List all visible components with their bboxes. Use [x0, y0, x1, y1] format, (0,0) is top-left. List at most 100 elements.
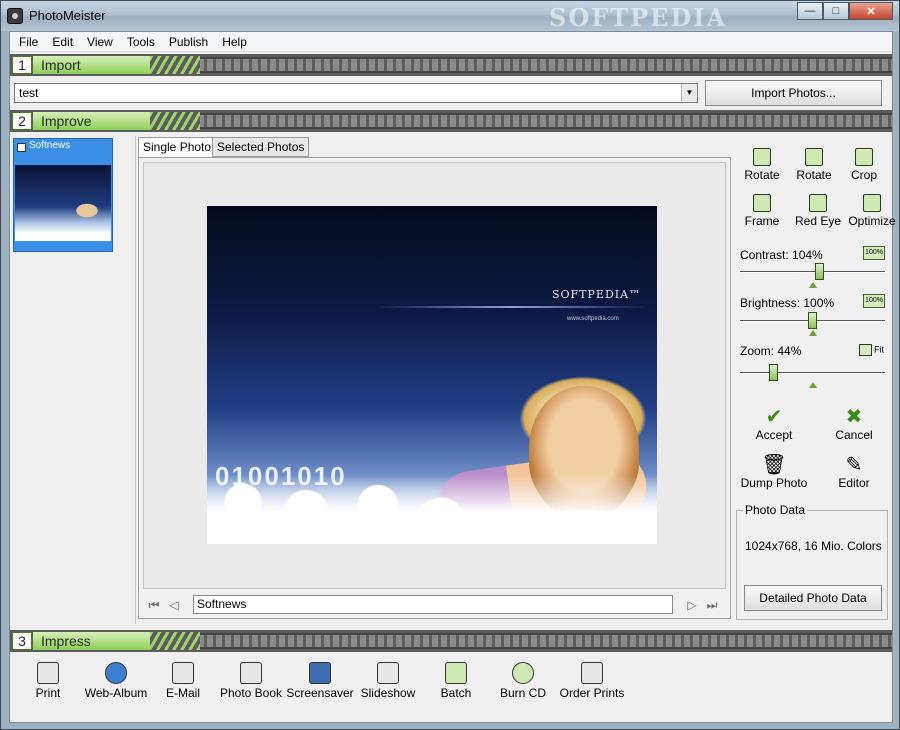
tool-panel: Rotate Rotate Crop Frame Red Eye Optimiz…	[732, 136, 896, 624]
next-photo-icon[interactable]: ▷	[683, 597, 701, 613]
menu-view[interactable]: View	[80, 32, 120, 52]
fit-label: Fit	[874, 344, 884, 355]
brightness-label: Brightness: 100%	[740, 296, 835, 310]
window-title: PhotoMeister	[29, 8, 106, 23]
zoom-slider[interactable]	[769, 364, 778, 381]
dump-photo-button[interactable]: 🗑 Dump Photo	[738, 454, 810, 490]
maximize-button[interactable]: □	[823, 2, 849, 20]
contrast-default-marker	[809, 282, 817, 288]
printer-icon	[37, 662, 59, 684]
email-button[interactable]: E-Mail	[148, 662, 218, 700]
editor-button[interactable]: ✎ Editor	[818, 454, 890, 490]
contrast-slider[interactable]	[815, 263, 824, 280]
accept-label: Accept	[755, 428, 793, 442]
burn-cd-label: Burn CD	[499, 686, 546, 700]
import-section-header[interactable]: Import 1	[10, 54, 892, 76]
trash-icon: 🗑	[761, 454, 787, 476]
optimize-label: Optimize	[848, 214, 896, 228]
photo-url-text: www.softpedia.com	[567, 316, 619, 322]
tab-selected-photos[interactable]: Selected Photos	[212, 137, 310, 157]
photo-canvas: SOFTPEDIA™ www.softpedia.com 01001010	[143, 162, 726, 589]
first-photo-icon[interactable]: ⏮	[145, 597, 163, 613]
accept-button[interactable]: ✔ Accept	[738, 406, 810, 442]
slideshow-label: Slideshow	[360, 686, 416, 700]
cross-icon: ✖	[845, 406, 863, 428]
brightness-slider[interactable]	[808, 312, 817, 329]
import-source-combo[interactable]: test ▼	[14, 83, 698, 103]
optimize-icon	[863, 194, 881, 212]
envelope-icon	[172, 662, 194, 684]
menu-bar: File Edit View Tools Publish Help	[10, 32, 892, 52]
screensaver-button[interactable]: Screensaver	[285, 662, 355, 700]
camera-app-icon	[7, 8, 23, 24]
filmstrip-decoration	[180, 633, 892, 649]
rotate-left-label: Rotate	[744, 168, 780, 182]
thumbnail-image	[15, 165, 111, 241]
photo-book-button[interactable]: Photo Book	[216, 662, 286, 700]
menu-edit[interactable]: Edit	[45, 32, 80, 52]
photo-book-label: Photo Book	[219, 686, 283, 700]
contrast-label: Contrast: 104%	[740, 248, 823, 262]
brush-icon: ✎	[845, 454, 863, 476]
previous-photo-icon[interactable]: ◁	[165, 597, 183, 613]
menu-publish[interactable]: Publish	[162, 32, 215, 52]
current-photo[interactable]: SOFTPEDIA™ www.softpedia.com 01001010	[207, 206, 657, 544]
photo-brand-text: SOFTPEDIA™	[552, 288, 642, 301]
cancel-label: Cancel	[835, 428, 873, 442]
photo-data-group: Photo Data 1024x768, 16 Mio. Colors Deta…	[736, 503, 888, 620]
red-eye-button[interactable]: Red Eye	[792, 188, 844, 232]
crop-button[interactable]: Crop	[838, 142, 890, 186]
menu-tools[interactable]: Tools	[120, 32, 162, 52]
dump-photo-label: Dump Photo	[740, 476, 808, 490]
photo-name-field[interactable]: Softnews	[193, 595, 673, 614]
order-prints-button[interactable]: Order Prints	[557, 662, 627, 700]
contrast-reset-button[interactable]: 100%	[863, 246, 885, 260]
globe-icon	[105, 662, 127, 684]
minimize-button[interactable]: —	[797, 2, 823, 20]
thumbnail-name: Softnews	[29, 140, 71, 151]
print-button[interactable]: Print	[13, 662, 83, 700]
cancel-button[interactable]: ✖ Cancel	[818, 406, 890, 442]
rotate-left-button[interactable]: Rotate	[736, 142, 788, 186]
rotate-right-label: Rotate	[796, 168, 832, 182]
email-label: E-Mail	[165, 686, 200, 700]
zoom-track[interactable]	[740, 372, 885, 374]
frame-button[interactable]: Frame	[736, 188, 788, 232]
stripe-decoration	[150, 112, 200, 130]
fit-button[interactable]: Fit	[859, 344, 884, 356]
zoom-default-marker	[809, 382, 817, 388]
last-photo-icon[interactable]: ⏭	[703, 597, 721, 613]
rotate-right-button[interactable]: Rotate	[788, 142, 840, 186]
contrast-track[interactable]	[740, 271, 885, 273]
editor-label: Editor	[838, 476, 870, 490]
impress-section-header[interactable]: Impress 3	[10, 630, 892, 652]
improve-section-header[interactable]: Improve 2	[10, 110, 892, 132]
batch-button[interactable]: Batch	[421, 662, 491, 700]
folder-icon	[445, 662, 467, 684]
rotate-left-icon	[753, 148, 771, 166]
optimize-button[interactable]: Optimize	[846, 188, 898, 232]
detailed-photo-data-button[interactable]: Detailed Photo Data	[744, 585, 882, 611]
tab-single-photo[interactable]: Single Photo	[138, 137, 217, 158]
menu-help[interactable]: Help	[215, 32, 254, 52]
print-label: Print	[35, 686, 61, 700]
import-section-number: 1	[12, 56, 32, 74]
monitor-icon	[309, 662, 331, 684]
app-window: PhotoMeister SOFTPEDIA — □ ✕ File Edit V…	[0, 0, 900, 730]
slideshow-button[interactable]: Slideshow	[353, 662, 423, 700]
photo-thumbnail[interactable]: Softnews	[13, 138, 113, 252]
close-button[interactable]: ✕	[849, 2, 893, 20]
web-album-button[interactable]: Web-Album	[81, 662, 151, 700]
brightness-reset-button[interactable]: 100%	[863, 294, 885, 308]
thumbnail-panel: Softnews	[10, 136, 136, 624]
import-photos-button[interactable]: Import Photos...	[705, 80, 882, 106]
thumbnail-checkbox[interactable]	[17, 143, 26, 152]
web-album-label: Web-Album	[84, 686, 148, 700]
light-streak	[377, 306, 647, 308]
chevron-down-icon[interactable]: ▼	[681, 84, 697, 102]
burn-cd-button[interactable]: Burn CD	[488, 662, 558, 700]
impress-section-number: 3	[12, 632, 32, 650]
brightness-default-marker	[809, 330, 817, 336]
menu-file[interactable]: File	[12, 32, 45, 52]
title-bar: PhotoMeister SOFTPEDIA — □ ✕	[1, 1, 899, 32]
